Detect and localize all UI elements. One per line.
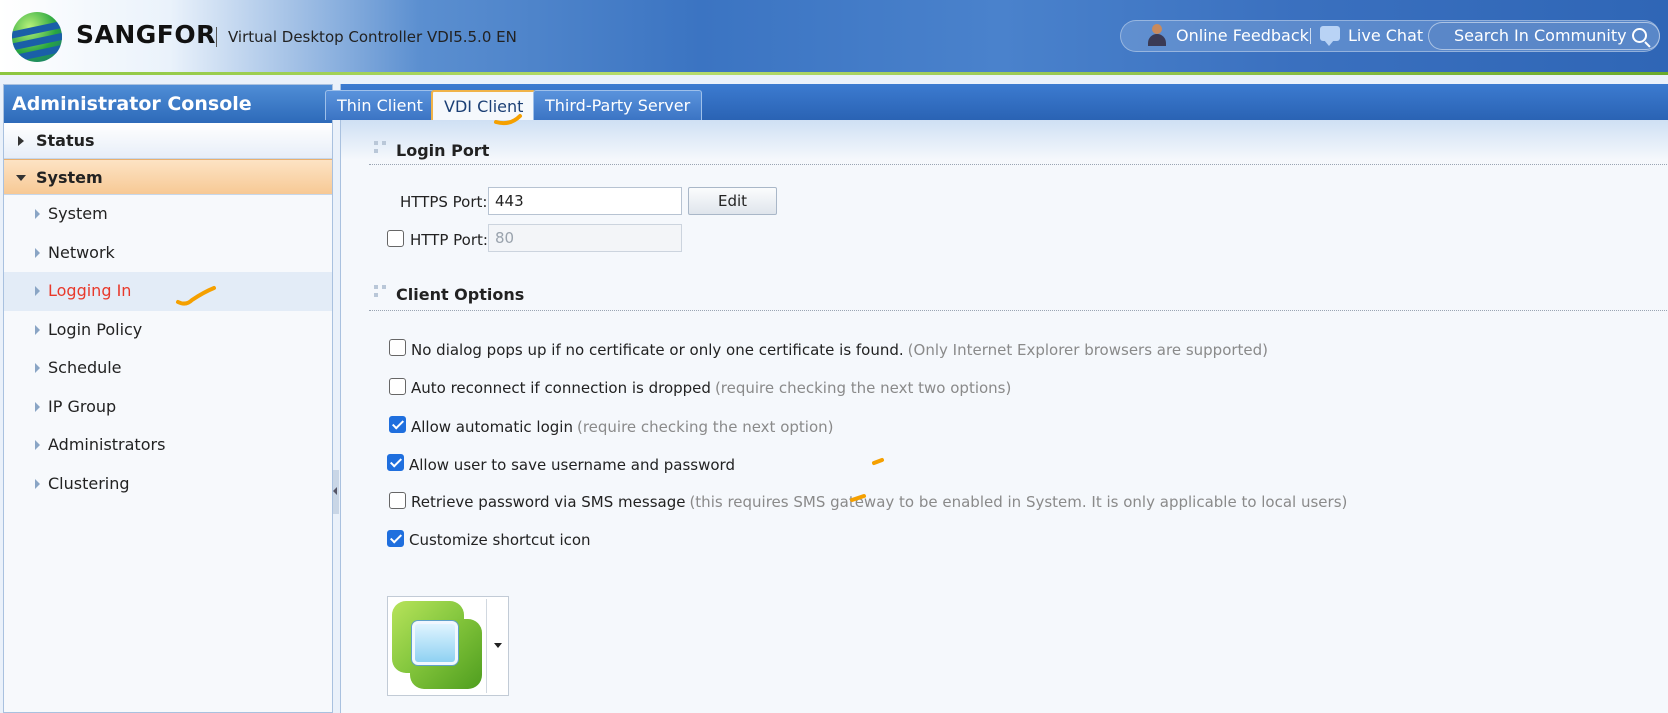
auto-reconnect-checkbox[interactable] — [389, 378, 406, 395]
sidebar-section-system[interactable]: System — [4, 159, 332, 195]
chat-bubble-icon — [1320, 26, 1340, 46]
http-port-checkbox[interactable] — [387, 230, 404, 247]
sidebar: Administrator Console Status System Syst… — [3, 84, 333, 713]
http-port-input[interactable] — [488, 224, 682, 252]
http-port-label: HTTP Port: — [410, 231, 488, 249]
tab-bar: Thin Client VDI Client Third-Party Serve… — [325, 84, 1668, 120]
sidebar-item-schedule[interactable]: Schedule — [4, 349, 332, 388]
online-feedback-link[interactable]: Online Feedback — [1176, 26, 1309, 45]
sidebar-item-ip-group[interactable]: IP Group — [4, 388, 332, 427]
login-port-title: Login Port — [396, 141, 490, 160]
client-options-divider — [369, 310, 1668, 311]
top-links-divider — [1310, 28, 1311, 44]
edit-port-button[interactable]: Edit — [688, 187, 777, 215]
live-chat-link[interactable]: Live Chat — [1348, 26, 1423, 45]
sangfor-logo-icon — [12, 12, 62, 62]
https-port-label: HTTPS Port: — [400, 193, 488, 211]
content-header-gradient — [341, 120, 1668, 160]
support-agent-icon — [1146, 24, 1168, 46]
chevron-right-icon — [35, 247, 40, 258]
main-panel: Thin Client VDI Client Third-Party Serve… — [325, 84, 1668, 713]
chevron-right-icon — [35, 401, 40, 412]
auto-login-option: Allow automatic login (require checking t… — [411, 418, 834, 436]
tab-third-party-server[interactable]: Third-Party Server — [533, 90, 703, 120]
sidebar-item-logging-in[interactable]: Logging In — [4, 272, 332, 311]
drag-grip-icon — [374, 285, 388, 299]
custom-shortcut-icon-checkbox[interactable] — [387, 530, 404, 547]
product-name: Virtual Desktop Controller VDI5.5.0 EN — [228, 28, 517, 46]
client-options-title: Client Options — [396, 285, 525, 304]
auto-reconnect-option: Auto reconnect if connection is dropped(… — [411, 379, 1012, 397]
search-community-label[interactable]: Search In Community — [1454, 26, 1627, 45]
chevron-right-icon — [35, 324, 40, 335]
header-accent-line — [0, 72, 1668, 75]
sms-password-checkbox[interactable] — [389, 492, 406, 509]
sidebar-title: Administrator Console — [4, 85, 332, 123]
https-port-input[interactable] — [488, 187, 682, 215]
save-credentials-option: Allow user to save username and password — [409, 456, 735, 474]
sidebar-section-status[interactable]: Status — [4, 123, 332, 159]
tab-thin-client[interactable]: Thin Client — [325, 90, 435, 120]
chevron-right-icon — [35, 440, 40, 450]
save-credentials-checkbox[interactable] — [387, 454, 404, 471]
search-icon[interactable] — [1632, 28, 1647, 43]
sidebar-collapse-handle[interactable] — [333, 470, 339, 514]
chevron-right-icon — [35, 478, 40, 489]
shortcut-icon-picker[interactable] — [387, 596, 509, 696]
expand-arrow-icon — [18, 136, 24, 146]
sidebar-item-administrators[interactable]: Administrators — [4, 426, 332, 465]
auto-login-checkbox[interactable] — [389, 416, 406, 433]
sidebar-item-system[interactable]: System — [4, 195, 332, 234]
header-divider — [216, 27, 217, 47]
dropdown-arrow-icon[interactable] — [494, 643, 502, 648]
vdi-client-icon — [392, 601, 482, 691]
brand-name: SANGFOR — [76, 20, 216, 49]
drag-grip-icon — [374, 141, 388, 155]
sidebar-item-network[interactable]: Network — [4, 234, 332, 273]
tab-vdi-client[interactable]: VDI Client — [431, 90, 537, 120]
chevron-right-icon — [35, 363, 40, 373]
no-cert-dialog-checkbox[interactable] — [389, 339, 406, 356]
login-port-divider — [369, 164, 1668, 165]
custom-shortcut-icon-option: Customize shortcut icon — [409, 531, 591, 549]
sidebar-item-clustering[interactable]: Clustering — [4, 465, 332, 504]
no-cert-dialog-option: No dialog pops up if no certificate or o… — [411, 341, 1269, 359]
sms-password-option: Retrieve password via SMS message (this r… — [411, 493, 1348, 511]
chevron-right-icon — [35, 209, 40, 219]
chevron-right-icon — [35, 286, 40, 296]
sidebar-item-login-policy[interactable]: Login Policy — [4, 311, 332, 350]
collapse-arrow-icon — [16, 175, 26, 181]
